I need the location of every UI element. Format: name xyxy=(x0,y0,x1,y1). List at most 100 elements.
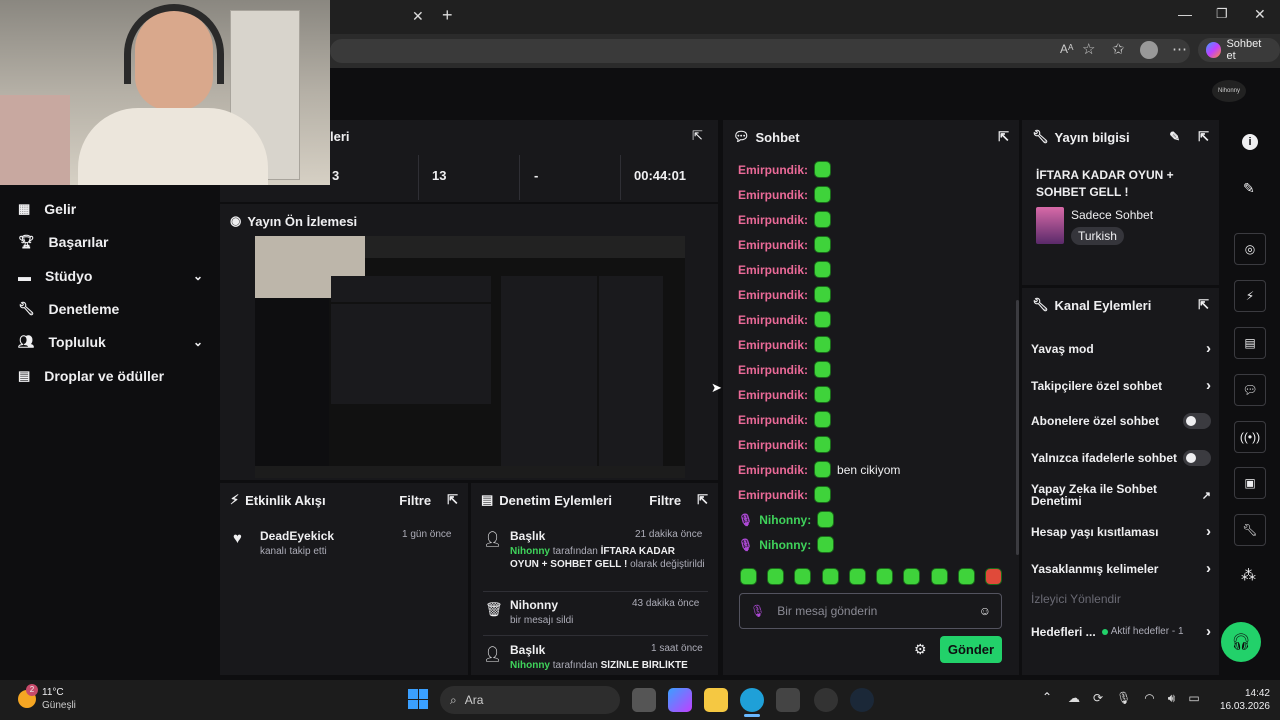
tray-icons[interactable]: ☁ ⟳ 🎙︎ ◠ 🔊︎ ▭ xyxy=(1068,691,1200,706)
chat-username[interactable]: Emirpundik: xyxy=(738,213,808,227)
subs-only-toggle[interactable] xyxy=(1183,413,1211,429)
chat-username[interactable]: Emirpundik: xyxy=(738,263,808,277)
store-icon[interactable] xyxy=(776,688,800,712)
emote-icon[interactable] xyxy=(740,568,757,585)
sidebar-item-moderation[interactable]: 🔧︎ Denetleme xyxy=(18,301,203,317)
chat-username[interactable]: Emirpundik: xyxy=(738,363,808,377)
chat-username[interactable]: Emirpundik: xyxy=(738,463,808,477)
collections-icon[interactable]: ✩ xyxy=(1112,40,1125,58)
chat-username[interactable]: Emirpundik: xyxy=(738,288,808,302)
emote-icon[interactable] xyxy=(814,161,832,178)
popout-icon[interactable]: ⇱ xyxy=(697,492,708,508)
rail-notes-button[interactable]: ▤ xyxy=(1234,327,1266,359)
favorite-star-icon[interactable]: ☆ xyxy=(1082,40,1095,58)
moderation-filter-button[interactable]: Filtre xyxy=(649,493,681,508)
rail-wrench-button[interactable]: 🔧︎ xyxy=(1234,514,1266,546)
send-button[interactable]: Gönder xyxy=(940,636,1002,663)
copilot-app-icon[interactable] xyxy=(668,688,692,712)
more-menu-icon[interactable]: ⋯ xyxy=(1172,40,1187,58)
tab-close-icon[interactable]: ✕ xyxy=(412,8,424,25)
edge-browser-icon[interactable] xyxy=(740,688,764,712)
action-slow-mode[interactable]: Yavaş mod › xyxy=(1031,340,1211,357)
emote-icon[interactable] xyxy=(876,568,894,585)
rail-layout-button[interactable]: ▣ xyxy=(1234,467,1266,499)
popout-icon[interactable]: ⇱ xyxy=(692,128,703,144)
emote-icon[interactable] xyxy=(814,461,832,478)
minimize-icon[interactable]: — xyxy=(1178,6,1192,22)
onedrive-icon[interactable]: ☁ xyxy=(1068,691,1080,706)
emote-only-toggle[interactable] xyxy=(1183,450,1211,466)
copilot-button[interactable]: Sohbet et xyxy=(1198,38,1280,62)
chat-username[interactable]: Emirpundik: xyxy=(738,413,808,427)
chat-input[interactable]: 🎙︎ Bir mesaj gönderin ☺ xyxy=(739,593,1002,629)
emote-icon[interactable] xyxy=(814,436,832,453)
action-account-age[interactable]: Hesap yaşı kısıtlaması › xyxy=(1031,523,1211,540)
emote-icon[interactable] xyxy=(814,311,832,328)
maximize-icon[interactable]: ❐ xyxy=(1216,6,1228,22)
sidebar-item-revenue[interactable]: ▦ Gelir xyxy=(18,201,203,217)
stream-preview-video[interactable] xyxy=(255,236,685,478)
language-tag[interactable]: Turkish xyxy=(1071,227,1124,245)
sidebar-item-community[interactable]: 👥︎ Topluluk ⌄ xyxy=(18,334,203,350)
rail-clip-button[interactable]: ◎ xyxy=(1234,233,1266,265)
read-aloud-icon[interactable]: Aᴬ xyxy=(1060,42,1073,56)
tray-chevron-up-icon[interactable]: ⌃ xyxy=(1042,690,1052,704)
emote-icon[interactable] xyxy=(814,186,832,203)
emote-icon[interactable] xyxy=(794,568,812,585)
chat-username[interactable]: Emirpundik: xyxy=(738,488,808,502)
microphone-icon[interactable]: 🎙︎ xyxy=(750,604,765,618)
popout-icon[interactable]: ⇱ xyxy=(998,129,1009,145)
chat-username[interactable]: Nihonny: xyxy=(759,538,811,552)
file-explorer-icon[interactable] xyxy=(704,688,728,712)
emote-icon[interactable] xyxy=(767,568,785,585)
sync-icon[interactable]: ⟳ xyxy=(1093,691,1103,706)
emoji-icon[interactable]: ☺ xyxy=(979,604,991,618)
chat-settings-gear-icon[interactable]: ⚙ xyxy=(914,641,927,658)
microphone-icon[interactable]: 🎙︎ xyxy=(1116,691,1131,706)
sidebar-item-drops[interactable]: ▤ Droplar ve ödüller xyxy=(18,368,203,384)
sidebar-item-studio[interactable]: ▬ Stüdyo ⌄ xyxy=(18,268,203,284)
edit-icon[interactable]: ✎ xyxy=(1243,180,1255,197)
emote-icon[interactable] xyxy=(814,386,832,403)
chat-username[interactable]: Emirpundik: xyxy=(738,388,808,402)
mod-user[interactable]: Nihonny xyxy=(510,546,550,557)
wifi-icon[interactable]: ◠ xyxy=(1144,691,1154,706)
action-goals[interactable]: Hedefleri ... Aktif hedefler - 1 › xyxy=(1031,623,1211,640)
emote-icon[interactable] xyxy=(814,236,832,253)
chat-username[interactable]: Emirpundik: xyxy=(738,438,808,452)
new-tab-icon[interactable]: + xyxy=(442,5,453,26)
battery-icon[interactable]: ▭ xyxy=(1188,691,1199,706)
community-icon[interactable]: ⁂ xyxy=(1241,566,1256,584)
rail-lightning-button[interactable]: ⚡︎ xyxy=(1234,280,1266,312)
emote-icon[interactable] xyxy=(817,511,835,528)
chat-username[interactable]: Nihonny: xyxy=(759,513,811,527)
mod-item-type[interactable]: Nihonny xyxy=(510,598,558,612)
pencil-icon[interactable]: ✎ xyxy=(1169,129,1180,145)
emote-icon[interactable] xyxy=(814,486,832,503)
activity-user[interactable]: DeadEyekick xyxy=(260,529,334,543)
emote-icon[interactable] xyxy=(957,568,975,585)
rail-chat-button[interactable]: 💬︎ xyxy=(1234,374,1266,406)
profile-avatar[interactable] xyxy=(1140,41,1158,59)
category-name[interactable]: Sadece Sohbet xyxy=(1071,208,1153,222)
volume-icon[interactable]: 🔊︎ xyxy=(1168,691,1176,706)
mod-user[interactable]: Nihonny xyxy=(510,660,550,670)
sidebar-item-achievements[interactable]: 🏆︎ Başarılar xyxy=(18,234,203,250)
emote-icon[interactable] xyxy=(817,536,835,553)
start-button[interactable] xyxy=(408,689,428,709)
emote-icon[interactable] xyxy=(814,411,832,428)
chat-username[interactable]: Emirpundik: xyxy=(738,188,808,202)
emote-icon[interactable] xyxy=(814,336,832,353)
obs-icon[interactable] xyxy=(814,688,838,712)
emote-icon[interactable] xyxy=(930,568,948,585)
chat-username[interactable]: Emirpundik: xyxy=(738,163,808,177)
info-icon[interactable]: i xyxy=(1242,134,1258,150)
popout-icon[interactable]: ⇱ xyxy=(1198,297,1209,313)
emote-icon[interactable] xyxy=(814,211,832,228)
action-banned-words[interactable]: Yasaklanmış kelimeler › xyxy=(1031,560,1211,577)
task-view-icon[interactable] xyxy=(632,688,656,712)
chat-username[interactable]: Emirpundik: xyxy=(738,313,808,327)
window-close-icon[interactable]: ✕ xyxy=(1254,6,1266,23)
chat-username[interactable]: Emirpundik: xyxy=(738,338,808,352)
popout-icon[interactable]: ⇱ xyxy=(1198,129,1209,145)
